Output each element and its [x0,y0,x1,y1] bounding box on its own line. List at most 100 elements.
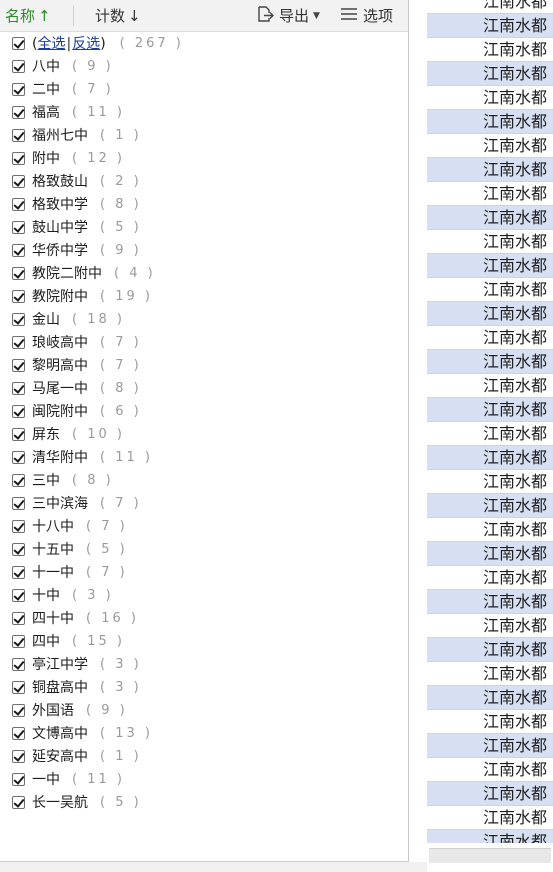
table-cell[interactable]: 江南水都 [427,542,553,566]
list-item[interactable]: 金山 ( 18 ) [12,308,125,330]
list-item[interactable]: 琅岐高中 ( 7 ) [12,331,142,353]
item-checkbox[interactable] [12,335,25,349]
table-cell[interactable]: 江南水都 [427,494,553,518]
list-item[interactable]: 文博高中 ( 13 ) [12,722,153,744]
item-checkbox[interactable] [12,703,25,717]
item-checkbox[interactable] [12,59,25,73]
item-checkbox[interactable] [12,381,25,395]
item-checkbox[interactable] [12,151,25,165]
list-item[interactable]: 延安高中 ( 1 ) [12,745,142,767]
table-cell[interactable]: 江南水都 [427,686,553,710]
select-all-link[interactable]: 全选 [37,36,65,52]
table-cell[interactable]: 江南水都 [427,254,553,278]
horizontal-scrollbar[interactable] [427,843,553,872]
item-checkbox[interactable] [12,174,25,188]
invert-selection-link[interactable]: 反选 [72,36,100,52]
item-checkbox[interactable] [12,82,25,96]
list-item[interactable]: 附中 ( 12 ) [12,147,125,169]
item-checkbox[interactable] [12,312,25,326]
item-checkbox[interactable] [12,772,25,786]
table-cell[interactable]: 江南水都 [427,518,553,542]
item-checkbox[interactable] [12,726,25,740]
list-item[interactable]: 闽院附中 ( 6 ) [12,400,142,422]
table-cell[interactable]: 江南水都 [427,374,553,398]
list-item[interactable]: 八中 ( 9 ) [12,55,114,77]
item-checkbox[interactable] [12,243,25,257]
export-button[interactable]: 导出 ▼ [256,0,320,31]
table-cell[interactable]: 江南水都 [427,326,553,350]
list-item[interactable]: 鼓山中学 ( 5 ) [12,216,142,238]
table-cell[interactable]: 江南水都 [427,446,553,470]
table-cell[interactable]: 江南水都 [427,38,553,62]
table-cell[interactable]: 江南水都 [427,350,553,374]
list-item[interactable]: 格致中学 ( 8 ) [12,193,142,215]
table-cell[interactable]: 江南水都 [427,302,553,326]
item-checkbox[interactable] [12,289,25,303]
table-cell[interactable]: 江南水都 [427,662,553,686]
table-cell[interactable]: 江南水都 [427,206,553,230]
table-cell[interactable]: 江南水都 [427,566,553,590]
list-item[interactable]: 四中 ( 15 ) [12,630,125,652]
item-checkbox[interactable] [12,404,25,418]
list-item[interactable]: 十中 ( 3 ) [12,584,114,606]
table-cell[interactable]: 江南水都 [427,782,553,806]
item-checkbox[interactable] [12,588,25,602]
table-cell[interactable]: 江南水都 [427,470,553,494]
item-checkbox[interactable] [12,473,25,487]
item-checkbox[interactable] [12,680,25,694]
list-item[interactable]: 教院二附中 ( 4 ) [12,262,156,284]
list-item[interactable]: 福高 ( 11 ) [12,101,125,123]
sort-by-name-button[interactable]: 名称 ↑ [5,0,51,31]
list-item[interactable]: 一中 ( 11 ) [12,768,125,790]
list-item[interactable]: 马尾一中 ( 8 ) [12,377,142,399]
list-item[interactable]: 清华附中 ( 11 ) [12,446,153,468]
list-item[interactable]: 华侨中学 ( 9 ) [12,239,142,261]
list-item[interactable]: 十五中 ( 5 ) [12,538,128,560]
list-item[interactable]: 铜盘高中 ( 3 ) [12,676,142,698]
table-cell[interactable]: 江南水都 [427,422,553,446]
table-cell[interactable]: 江南水都 [427,158,553,182]
item-checkbox[interactable] [12,542,25,556]
table-cell[interactable]: 江南水都 [427,614,553,638]
table-cell[interactable]: 江南水都 [427,734,553,758]
scrollbar-thumb[interactable] [429,848,551,863]
table-cell[interactable]: 江南水都 [427,182,553,206]
table-cell[interactable]: 江南水都 [427,638,553,662]
sort-by-count-button[interactable]: 计数 ↓ [95,0,141,31]
table-cell[interactable]: 江南水都 [427,86,553,110]
table-cell[interactable]: 江南水都 [427,14,553,38]
list-item[interactable]: 四十中 ( 16 ) [12,607,139,629]
item-checkbox[interactable] [12,496,25,510]
list-item[interactable]: 亭江中学 ( 3 ) [12,653,142,675]
item-checkbox[interactable] [12,105,25,119]
item-checkbox[interactable] [12,565,25,579]
item-checkbox[interactable] [12,749,25,763]
list-item[interactable]: 十八中 ( 7 ) [12,515,128,537]
list-item[interactable]: 教院附中 ( 19 ) [12,285,153,307]
table-cell[interactable]: 江南水都 [427,0,553,14]
list-item[interactable]: 十一中 ( 7 ) [12,561,128,583]
item-checkbox[interactable] [12,220,25,234]
table-cell[interactable]: 江南水都 [427,710,553,734]
item-checkbox[interactable] [12,657,25,671]
table-cell[interactable]: 江南水都 [427,806,553,830]
item-checkbox[interactable] [12,795,25,809]
item-checkbox[interactable] [12,519,25,533]
list-item[interactable]: 黎明高中 ( 7 ) [12,354,142,376]
table-cell[interactable]: 江南水都 [427,398,553,422]
options-button[interactable]: 选项 [340,0,393,31]
table-cell[interactable]: 江南水都 [427,134,553,158]
table-cell[interactable]: 江南水都 [427,110,553,134]
list-item[interactable]: 格致鼓山 ( 2 ) [12,170,142,192]
list-item[interactable]: 长一吴航 ( 5 ) [12,791,142,813]
item-checkbox[interactable] [12,128,25,142]
item-checkbox[interactable] [12,634,25,648]
table-cell[interactable]: 江南水都 [427,758,553,782]
item-checkbox[interactable] [12,611,25,625]
table-cell[interactable]: 江南水都 [427,62,553,86]
table-cell[interactable]: 江南水都 [427,278,553,302]
select-all-checkbox[interactable] [12,36,25,50]
list-item[interactable]: 三中 ( 8 ) [12,469,114,491]
list-item[interactable]: 屏东 ( 10 ) [12,423,125,445]
item-checkbox[interactable] [12,358,25,372]
